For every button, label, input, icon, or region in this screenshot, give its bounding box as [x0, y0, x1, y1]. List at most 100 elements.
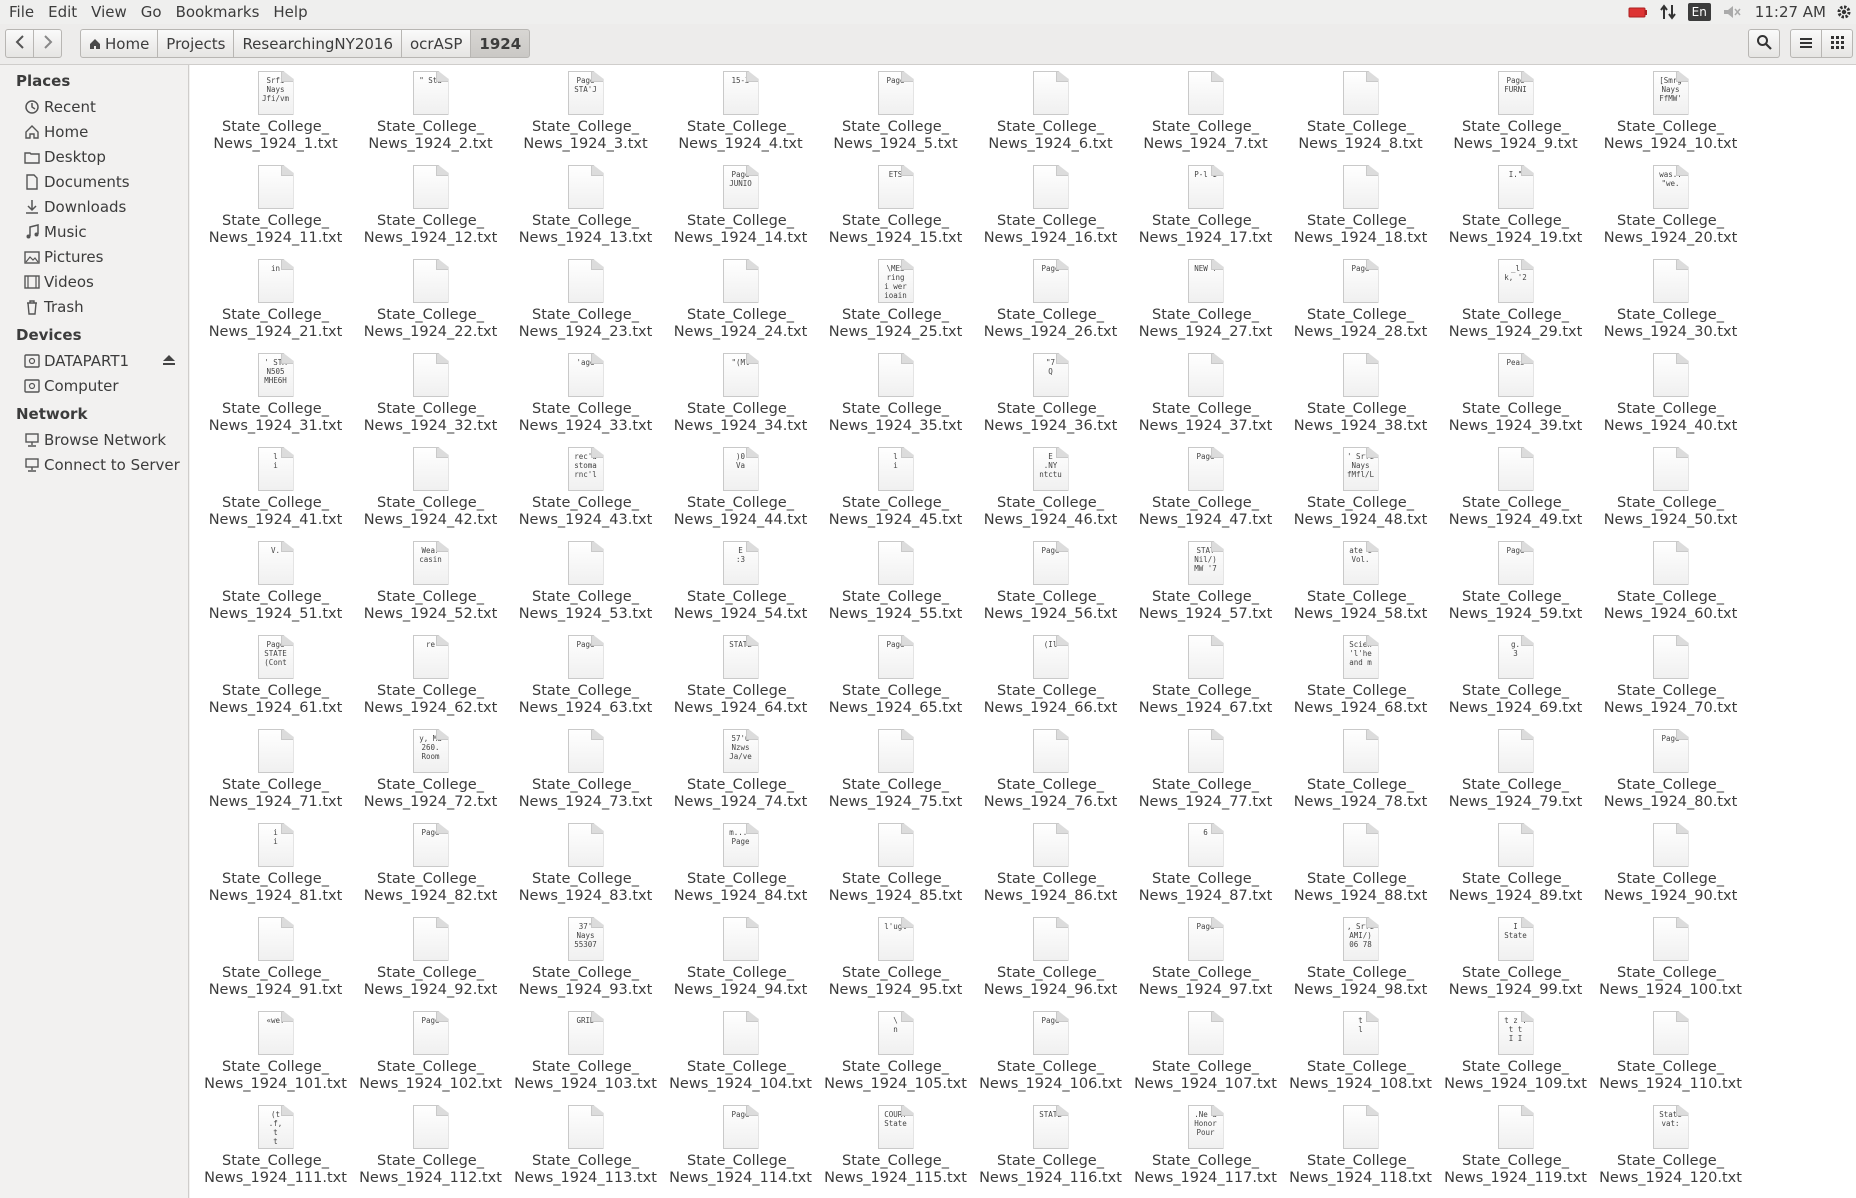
file-item[interactable]: Page State_College_ News_1924_106.txt [973, 1011, 1128, 1105]
file-item[interactable]: Page State_College_ News_1924_63.txt [508, 635, 663, 729]
file-item[interactable]: State_College_ News_1924_16.txt [973, 165, 1128, 259]
menu-view[interactable]: View [84, 0, 134, 24]
file-item[interactable]: Page State_College_ News_1924_97.txt [1128, 917, 1283, 1011]
file-item[interactable]: State_College_ News_1924_85.txt [818, 823, 973, 917]
file-item[interactable]: State_College_ News_1924_75.txt [818, 729, 973, 823]
network-arrows-icon[interactable] [1659, 0, 1676, 24]
sidebar-item-music[interactable]: Music [0, 219, 188, 244]
file-item[interactable]: 15-3 State_College_ News_1924_4.txt [663, 71, 818, 165]
file-item[interactable]: State_College_ News_1924_91.txt [198, 917, 353, 1011]
sidebar-item-downloads[interactable]: Downloads [0, 194, 188, 219]
clock[interactable]: 11:27 AM [1755, 3, 1826, 21]
file-item[interactable]: (Il State_College_ News_1924_66.txt [973, 635, 1128, 729]
breadcrumb-ocrasp[interactable]: ocrASP [401, 29, 472, 58]
file-item[interactable]: State_College_ News_1924_110.txt [1593, 1011, 1748, 1105]
file-item[interactable]: l'ugt State_College_ News_1924_95.txt [818, 917, 973, 1011]
file-item[interactable]: 37' Nays 55307 State_College_ News_1924_9… [508, 917, 663, 1011]
sidebar-item-documents[interactable]: Documents [0, 169, 188, 194]
file-item[interactable]: State_College_ News_1924_40.txt [1593, 353, 1748, 447]
file-item[interactable]: Wear casin State_College_ News_1924_52.tx… [353, 541, 508, 635]
file-item[interactable]: ' Srfi Nays fMfl/L State_College_ News_19… [1283, 447, 1438, 541]
keyboard-language-indicator[interactable]: En [1687, 0, 1711, 24]
file-item[interactable]: STATE State_College_ News_1924_116.txt [973, 1105, 1128, 1198]
breadcrumb-projects[interactable]: Projects [157, 29, 235, 58]
file-item[interactable]: State_College_ News_1924_12.txt [353, 165, 508, 259]
file-item[interactable]: State_College_ News_1924_88.txt [1283, 823, 1438, 917]
file-item[interactable]: "(Ml State_College_ News_1924_34.txt [663, 353, 818, 447]
file-item[interactable]: State_College_ News_1924_49.txt [1438, 447, 1593, 541]
file-item[interactable]: t z . t t I I State_College_ News_1924_10… [1438, 1011, 1593, 1105]
file-item[interactable]: , Srfi AMI/) 06 78 State_College_ News_19… [1283, 917, 1438, 1011]
menu-help[interactable]: Help [266, 0, 314, 24]
file-item[interactable]: GRID State_College_ News_1924_103.txt [508, 1011, 663, 1105]
file-item[interactable]: State_College_ News_1924_112.txt [353, 1105, 508, 1198]
file-item[interactable]: V. State_College_ News_1924_51.txt [198, 541, 353, 635]
file-item[interactable]: P-l 1 State_College_ News_1924_17.txt [1128, 165, 1283, 259]
menu-go[interactable]: Go [134, 0, 169, 24]
file-item[interactable]: State_College_ News_1924_78.txt [1283, 729, 1438, 823]
file-item[interactable]: State_College_ News_1924_55.txt [818, 541, 973, 635]
file-item[interactable]: l i State_College_ News_1924_41.txt [198, 447, 353, 541]
file-item[interactable]: State vat: State_College_ News_1924_120.t… [1593, 1105, 1748, 1198]
menu-bookmarks[interactable]: Bookmarks [169, 0, 267, 24]
file-item[interactable]: COURT State State_College_ News_1924_115.… [818, 1105, 973, 1198]
sidebar-item-recent[interactable]: Recent [0, 94, 188, 119]
file-item[interactable]: "7 Q State_College_ News_1924_36.txt [973, 353, 1128, 447]
file-item[interactable]: State_College_ News_1924_38.txt [1283, 353, 1438, 447]
list-view-button[interactable] [1790, 29, 1822, 58]
file-item[interactable]: (t .f, t t State_College_ News_1924_111.t… [198, 1105, 353, 1198]
sidebar-item-trash[interactable]: Trash [0, 294, 188, 319]
file-item[interactable]: t l State_College_ News_1924_108.txt [1283, 1011, 1438, 1105]
file-item[interactable]: ' STA N505 MHE6H State_College_ News_1924… [198, 353, 353, 447]
file-item[interactable]: State_College_ News_1924_76.txt [973, 729, 1128, 823]
sidebar-item-desktop[interactable]: Desktop [0, 144, 188, 169]
file-item[interactable]: Page State_College_ News_1924_82.txt [353, 823, 508, 917]
file-item[interactable]: Page JUNIO State_College_ News_1924_14.tx… [663, 165, 818, 259]
file-item[interactable]: State_College_ News_1924_89.txt [1438, 823, 1593, 917]
file-item[interactable]: State_College_ News_1924_107.txt [1128, 1011, 1283, 1105]
file-item[interactable]: State_College_ News_1924_35.txt [818, 353, 973, 447]
sidebar-item-connect-to-server[interactable]: Connect to Server [0, 452, 188, 477]
file-item[interactable]: State_College_ News_1924_90.txt [1593, 823, 1748, 917]
file-item[interactable]: State_College_ News_1924_77.txt [1128, 729, 1283, 823]
file-item[interactable]: Page STA'J State_College_ News_1924_3.txt [508, 71, 663, 165]
file-item[interactable]: State_College_ News_1924_11.txt [198, 165, 353, 259]
sidebar-item-pictures[interactable]: Pictures [0, 244, 188, 269]
file-item[interactable]: STATE State_College_ News_1924_64.txt [663, 635, 818, 729]
file-item[interactable]: State_College_ News_1924_22.txt [353, 259, 508, 353]
file-item[interactable]: I." State_College_ News_1924_19.txt [1438, 165, 1593, 259]
volume-muted-icon[interactable] [1723, 0, 1741, 24]
file-item[interactable]: State_College_ News_1924_24.txt [663, 259, 818, 353]
file-item[interactable]: State_College_ News_1924_7.txt [1128, 71, 1283, 165]
file-item[interactable]: " Sta State_College_ News_1924_2.txt [353, 71, 508, 165]
sidebar-item-browse-network[interactable]: Browse Network [0, 427, 188, 452]
sidebar-item-datapart1[interactable]: DATAPART1 [0, 348, 188, 373]
file-item[interactable]: State_College_ News_1924_70.txt [1593, 635, 1748, 729]
eject-icon[interactable] [162, 352, 176, 370]
file-item[interactable]: i i State_College_ News_1924_81.txt [198, 823, 353, 917]
file-item[interactable]: Page State_College_ News_1924_114.txt [663, 1105, 818, 1198]
file-item[interactable]: State_College_ News_1924_23.txt [508, 259, 663, 353]
file-item[interactable]: rec'd stoma rnc'l State_College_ News_192… [508, 447, 663, 541]
file-item[interactable]: Page STATE (Cont State_College_ News_1924… [198, 635, 353, 729]
sidebar-item-home[interactable]: Home [0, 119, 188, 144]
file-item[interactable]: Page State_College_ News_1924_65.txt [818, 635, 973, 729]
file-item[interactable]: State_College_ News_1924_8.txt [1283, 71, 1438, 165]
file-item[interactable]: _l k, '2 State_College_ News_1924_29.txt [1438, 259, 1593, 353]
file-item[interactable]: State_College_ News_1924_42.txt [353, 447, 508, 541]
file-item[interactable]: State_College_ News_1924_94.txt [663, 917, 818, 1011]
file-item[interactable]: Srfi Nays Jfi/vm State_College_ News_1924… [198, 71, 353, 165]
file-item[interactable]: y, Ma 260. Room State_College_ News_1924_… [353, 729, 508, 823]
sidebar-item-computer[interactable]: Computer [0, 373, 188, 398]
file-item[interactable]: STAT Nil/) MW '7 State_College_ News_1924… [1128, 541, 1283, 635]
file-item[interactable]: \ n State_College_ News_1924_105.txt [818, 1011, 973, 1105]
menu-file[interactable]: File [0, 0, 41, 24]
file-item[interactable]: State_College_ News_1924_119.txt [1438, 1105, 1593, 1198]
file-item[interactable]: in State_College_ News_1924_21.txt [198, 259, 353, 353]
file-item[interactable]: Page State_College_ News_1924_5.txt [818, 71, 973, 165]
battery-icon[interactable] [1628, 0, 1648, 24]
breadcrumb-home[interactable]: Home [80, 29, 159, 58]
back-button[interactable] [5, 29, 34, 58]
file-item[interactable]: State_College_ News_1924_79.txt [1438, 729, 1593, 823]
file-item[interactable]: Page FURNI State_College_ News_1924_9.txt [1438, 71, 1593, 165]
